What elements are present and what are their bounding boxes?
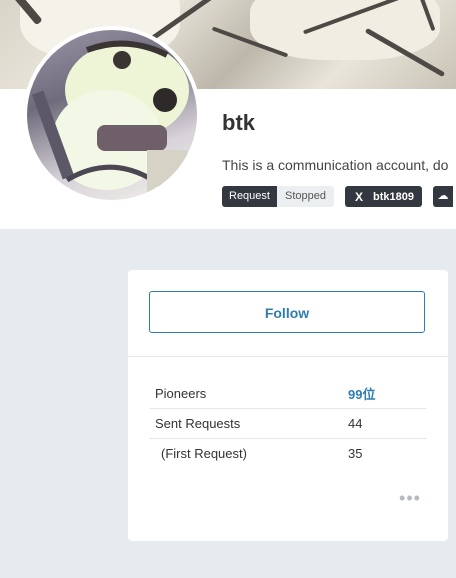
x-account-badge[interactable]: X btk1809 — [344, 186, 422, 207]
stat-row-first-request: (First Request) 35 — [149, 439, 427, 468]
badge-row: Request Stopped X btk1809 ☁ — [222, 186, 453, 207]
link-icon: ☁ — [437, 190, 449, 202]
profile-bio: This is a communication account, do — [222, 157, 449, 173]
request-badge-label: Request — [222, 186, 277, 207]
avatar-image — [27, 30, 197, 200]
stat-label: Pioneers — [155, 386, 207, 401]
request-badge-status: Stopped — [276, 186, 334, 207]
link-badge[interactable]: ☁ — [432, 186, 453, 207]
username: btk — [222, 110, 255, 135]
x-logo-icon: X — [354, 189, 363, 204]
more-options-icon[interactable]: ••• — [399, 489, 421, 508]
request-status-badge[interactable]: Request Stopped — [222, 186, 334, 207]
avatar-illustration — [31, 40, 189, 200]
stat-row-sent-requests: Sent Requests 44 — [149, 409, 427, 439]
stat-label: (First Request) — [161, 446, 247, 461]
x-handle: btk1809 — [372, 190, 414, 203]
stat-value: 44 — [348, 416, 363, 431]
follow-button[interactable]: Follow — [149, 291, 425, 333]
avatar[interactable] — [23, 26, 201, 204]
stats-table: Pioneers 99位 Sent Requests 44 (First Req… — [149, 379, 427, 468]
follow-card: Follow Pioneers 99位 Sent Requests 44 (Fi… — [128, 270, 448, 541]
stat-value-link[interactable]: 99位 — [348, 384, 427, 403]
card-divider — [128, 356, 448, 357]
stat-label: Sent Requests — [155, 416, 241, 431]
stat-value: 35 — [348, 446, 363, 461]
stat-row-pioneers: Pioneers 99位 — [149, 379, 427, 409]
